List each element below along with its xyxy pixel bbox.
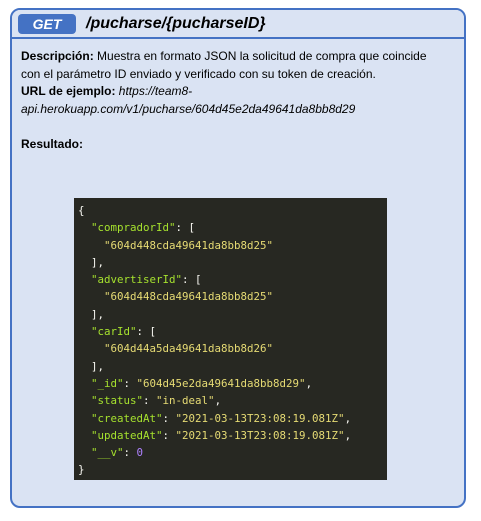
example-url-1: https://team8- bbox=[115, 84, 193, 98]
code-val-v: 0 bbox=[136, 446, 144, 460]
endpoint-body: Descripción: Muestra en formato JSON la … bbox=[12, 39, 464, 154]
endpoint-card: GET /pucharse/{pucharseID} Descripción: … bbox=[10, 8, 466, 508]
code-key-updatedAt: "updatedAt" bbox=[91, 428, 163, 442]
code-val-advertiserId: "604d448cda49641da8bb8d25" bbox=[104, 290, 274, 304]
http-method-badge: GET bbox=[18, 13, 76, 34]
code-val-compradorId: "604d448cda49641da8bb8d25" bbox=[104, 238, 274, 252]
code-val-createdAt: "2021-03-13T23:08:19.081Z" bbox=[175, 411, 345, 425]
endpoint-header: GET /pucharse/{pucharseID} bbox=[12, 10, 464, 39]
endpoint-path: /pucharse/{pucharseID} bbox=[86, 14, 266, 32]
example-label: URL de ejemplo: bbox=[21, 84, 116, 98]
code-val-carId: "604d44a5da49641da8bb8d26" bbox=[104, 342, 274, 356]
code-key-compradorId: "compradorId" bbox=[91, 221, 176, 235]
result-label: Resultado: bbox=[21, 137, 84, 151]
code-val-id: "604d45e2da49641da8bb8d29" bbox=[136, 376, 306, 390]
code-key-id: "_id" bbox=[91, 376, 124, 390]
code-key-createdAt: "createdAt" bbox=[91, 411, 163, 425]
code-key-status: "status" bbox=[91, 394, 144, 408]
description-line-2: con el parámetro ID enviado y verificado… bbox=[21, 66, 376, 81]
code-val-updatedAt: "2021-03-13T23:08:19.081Z" bbox=[175, 428, 345, 442]
description-label: Descripción: bbox=[21, 49, 94, 63]
example-url-2: api.herokuapp.com/v1/pucharse/604d45e2da… bbox=[21, 101, 356, 116]
code-val-status: "in-deal" bbox=[156, 394, 215, 408]
example-line-1: URL de ejemplo: https://team8- bbox=[21, 83, 464, 101]
code-key-carId: "carId" bbox=[91, 325, 137, 339]
description-line-1: Descripción: Muestra en formato JSON la … bbox=[21, 48, 464, 66]
code-close-brace: } bbox=[78, 463, 85, 477]
code-key-advertiserId: "advertiserId" bbox=[91, 273, 183, 287]
description-text-1: Muestra en formato JSON la solicitud de … bbox=[93, 49, 427, 63]
json-code-block: { "compradorId": [ "604d448cda49641da8bb… bbox=[74, 198, 387, 480]
code-open-brace: { bbox=[78, 204, 85, 217]
code-key-v: "__v" bbox=[91, 446, 124, 460]
